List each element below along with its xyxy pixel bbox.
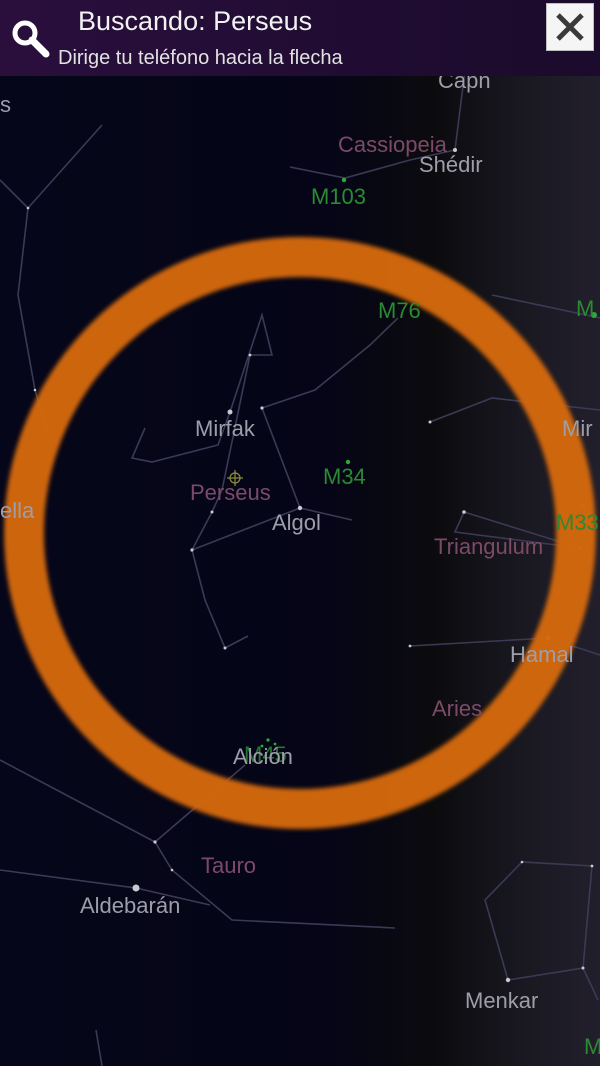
- star-label-mirfak[interactable]: Mirfak: [195, 418, 255, 440]
- search-icon: [8, 16, 52, 60]
- messier-label-top-right-partial: M: [576, 296, 595, 321]
- star-label-hamal[interactable]: Hamal: [510, 644, 574, 666]
- search-title: Buscando: Perseus: [78, 6, 313, 36]
- messier-label-m33[interactable]: M33: [556, 512, 599, 534]
- star-dot-aldebaran: [132, 884, 140, 892]
- star-label-capella-partial: ella: [0, 498, 35, 523]
- messier-label-bottom-right-partial: M: [584, 1034, 600, 1059]
- constellation-label-aries[interactable]: Aries: [432, 698, 482, 720]
- close-icon: [556, 13, 584, 41]
- search-subtitle: Dirige tu teléfono hacia la flecha: [58, 47, 343, 69]
- messier-label-m34[interactable]: M34: [323, 466, 366, 488]
- star-label-mir-partial: Mir: [562, 416, 593, 441]
- star-label-algol[interactable]: Algol: [272, 512, 321, 534]
- star-label-alcion[interactable]: Alción: [233, 746, 293, 768]
- star-label-shedir[interactable]: Shédir: [419, 154, 483, 176]
- constellation-label-perseus[interactable]: Perseus: [190, 482, 271, 504]
- close-button[interactable]: [546, 3, 594, 51]
- messier-label-m76[interactable]: M76: [378, 300, 421, 322]
- star-label-menkar[interactable]: Menkar: [465, 990, 538, 1012]
- search-bar: Buscando: Perseus Dirige tu teléfono hac…: [0, 0, 600, 76]
- constellation-label-triangulum[interactable]: Triangulum: [434, 536, 543, 558]
- star-label-left-partial: s: [0, 92, 11, 117]
- constellation-label-tauro[interactable]: Tauro: [201, 855, 256, 877]
- messier-label-m103[interactable]: M103: [311, 186, 366, 208]
- star-dot-menkar: [505, 977, 511, 983]
- star-label-aldebaran[interactable]: Aldebarán: [80, 895, 180, 917]
- star-dot-mirfak: [227, 409, 233, 415]
